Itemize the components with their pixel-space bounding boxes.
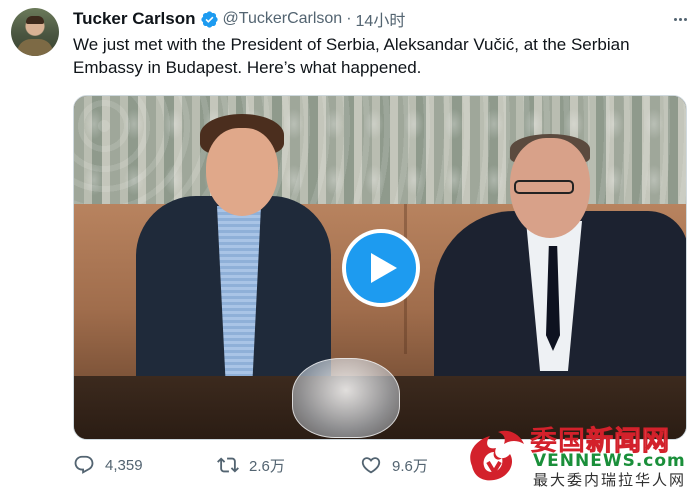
action-bar: 4,359 2.6万 9.6万 xyxy=(73,452,685,478)
author-handle[interactable]: @TuckerCarlson xyxy=(223,10,343,28)
tweet-header: Tucker Carlson @TuckerCarlson · 14小时 xyxy=(73,8,405,30)
crystal-bowl xyxy=(292,358,400,438)
reply-button[interactable]: 4,359 xyxy=(73,452,143,478)
like-button[interactable]: 9.6万 xyxy=(360,452,428,478)
reply-count: 4,359 xyxy=(105,456,143,474)
tweet-text: We just met with the President of Serbia… xyxy=(73,35,630,77)
tweet-card[interactable]: Tucker Carlson @TuckerCarlson · 14小时 We … xyxy=(0,0,699,491)
separator: · xyxy=(346,10,352,27)
heart-icon xyxy=(361,457,381,474)
play-icon xyxy=(371,253,397,283)
tweet-time[interactable]: 14小时 xyxy=(356,7,406,31)
avatar[interactable] xyxy=(11,8,59,56)
retweet-count: 2.6万 xyxy=(249,457,285,475)
reply-icon xyxy=(74,455,94,474)
retweet-button[interactable]: 2.6万 xyxy=(217,452,285,478)
like-count: 9.6万 xyxy=(392,457,428,475)
retweet-icon xyxy=(217,457,239,473)
play-button[interactable] xyxy=(342,229,420,307)
author-name[interactable]: Tucker Carlson xyxy=(73,9,196,29)
more-icon[interactable] xyxy=(669,9,691,29)
video-player[interactable] xyxy=(73,95,687,440)
verified-badge-icon xyxy=(200,10,218,28)
